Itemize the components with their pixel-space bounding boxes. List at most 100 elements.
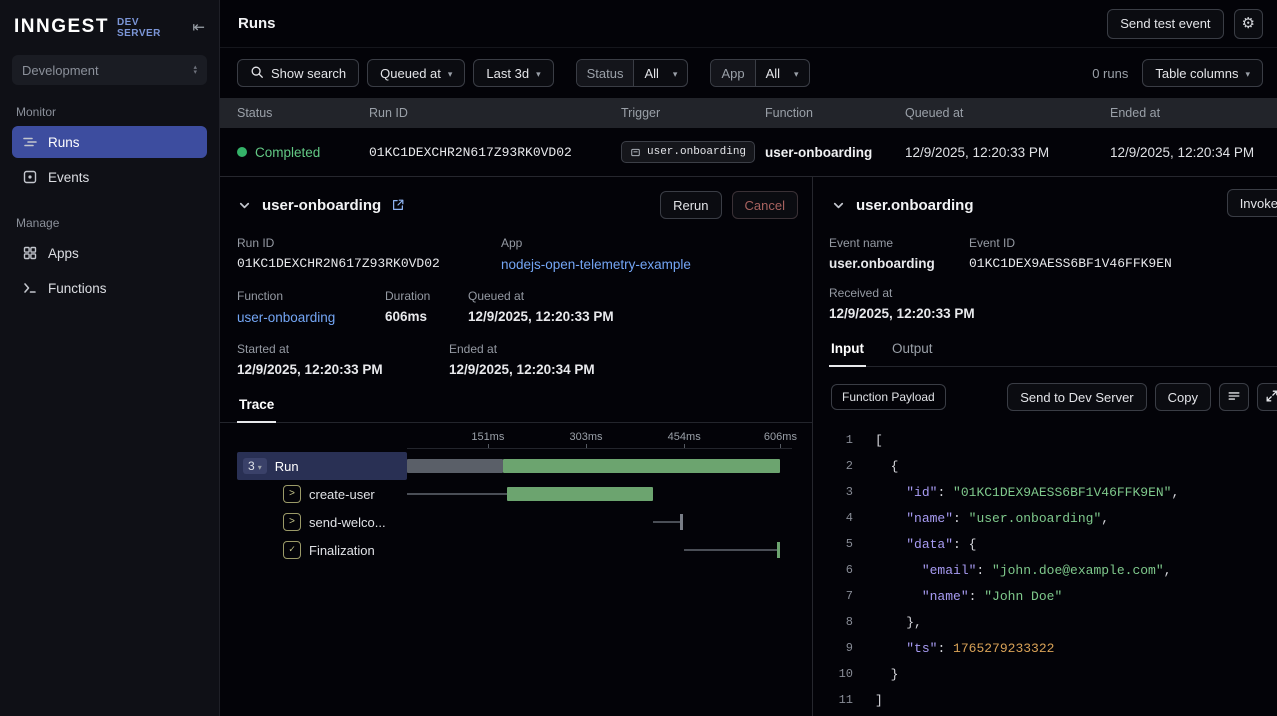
details-split: user-onboarding Rerun Cancel Run ID 01KC… <box>220 176 1277 716</box>
sidebar-item-events[interactable]: Events <box>12 161 207 193</box>
col-header-trigger: Trigger <box>621 106 765 120</box>
ended-at-label: Ended at <box>449 342 595 356</box>
trace-row[interactable]: 3▾ Run <box>237 452 792 480</box>
code-line: 9 "ts": 1765279233322 <box>829 635 1277 661</box>
show-search-label: Show search <box>271 66 346 81</box>
sidebar-section-manage: Manage <box>16 216 203 230</box>
event-title: user.onboarding <box>856 197 974 214</box>
table-columns-dropdown[interactable]: Table columns ▾ <box>1142 59 1263 87</box>
collapse-run-panel-icon[interactable] <box>237 198 252 213</box>
span-count-toggle[interactable]: 3▾ <box>243 458 267 474</box>
code-line: 4 "name": "user.onboarding", <box>829 505 1277 531</box>
trace-row[interactable]: ✓Finalization <box>237 536 792 564</box>
line-number: 5 <box>829 537 853 551</box>
time-range-dropdown[interactable]: Last 3d ▾ <box>473 59 553 87</box>
settings-button[interactable]: ⚙ <box>1234 9 1263 39</box>
copy-button[interactable]: Copy <box>1155 383 1211 411</box>
duration-value: 606ms <box>385 309 468 324</box>
trace-bar <box>684 549 776 551</box>
environment-select[interactable]: Development ▴▾ <box>12 55 207 85</box>
queued-at-cell: 12/9/2025, 12:20:33 PM <box>905 145 1110 160</box>
code-line: 5 "data": { <box>829 531 1277 557</box>
code-line-content: } <box>875 667 898 682</box>
trace-row[interactable]: >create-user <box>237 480 792 508</box>
line-number: 4 <box>829 511 853 525</box>
axis-tick-mark <box>780 444 781 448</box>
function-payload-badge[interactable]: Function Payload <box>831 384 946 410</box>
table-columns-label: Table columns <box>1155 66 1238 81</box>
sidebar-header: INNGEST DEV SERVER ⇤ <box>12 14 207 55</box>
wrap-lines-button[interactable] <box>1219 383 1249 411</box>
trace-row-name: >create-user <box>237 480 407 508</box>
sidebar-item-label: Events <box>48 170 89 185</box>
table-row[interactable]: Completed 01KC1DEXCHR2N617Z93RK0VD02 use… <box>220 128 1277 176</box>
app-filter[interactable]: App All▾ <box>710 59 809 87</box>
chevron-down-icon: ▾ <box>448 69 453 80</box>
line-number: 10 <box>829 667 853 681</box>
code-line: 7 "name": "John Doe" <box>829 583 1277 609</box>
axis-tick-label: 606ms <box>764 431 797 443</box>
status-completed-dot <box>237 147 247 157</box>
time-range-label: Last 3d <box>486 66 529 81</box>
external-link-icon[interactable] <box>391 198 405 212</box>
collapse-sidebar-icon[interactable]: ⇤ <box>192 18 205 36</box>
line-number: 8 <box>829 615 853 629</box>
received-at-value: 12/9/2025, 12:20:33 PM <box>829 306 975 321</box>
col-header-status: Status <box>237 106 369 120</box>
trace-rows: 3▾ Run >create-user > send-welco... ✓Finaliza… <box>237 452 792 564</box>
status-filter[interactable]: Status All▾ <box>576 59 689 87</box>
code-toolbar: Function Payload Send to Dev Server Copy <box>829 383 1277 411</box>
invoke-button[interactable]: Invoke <box>1227 189 1277 217</box>
col-header-function: Function <box>765 106 905 120</box>
queued-at-label: Queued at <box>468 289 614 303</box>
trace-bar <box>407 459 503 473</box>
rerun-button[interactable]: Rerun <box>660 191 721 219</box>
runs-count: 0 runs <box>1092 66 1128 81</box>
code-block[interactable]: 1[2 {3 "id": "01KC1DEX9AESS6BF1V46FFK9EN… <box>829 427 1277 713</box>
tab-trace[interactable]: Trace <box>237 393 276 423</box>
sidebar-item-apps[interactable]: Apps <box>12 237 207 269</box>
duration-label: Duration <box>385 289 468 303</box>
chevron-down-icon: ▾ <box>258 463 262 472</box>
app-link[interactable]: nodejs-open-telemetry-example <box>501 257 691 272</box>
functions-icon <box>22 280 38 296</box>
chevron-down-icon: ▾ <box>1245 69 1250 80</box>
code-line-content: "email": "john.doe@example.com", <box>875 563 1171 578</box>
line-number: 3 <box>829 485 853 499</box>
code-line: 2 { <box>829 453 1277 479</box>
tab-output[interactable]: Output <box>890 337 935 366</box>
function-link[interactable]: user-onboarding <box>237 310 335 325</box>
trace-step-name: Run <box>275 459 299 474</box>
queued-at-dropdown[interactable]: Queued at ▾ <box>367 59 465 87</box>
cancel-button[interactable]: Cancel <box>732 191 798 219</box>
trace-step-name: Finalization <box>309 543 375 558</box>
trace-bar <box>503 459 780 473</box>
run-id-value: 01KC1DEXCHR2N617Z93RK0VD02 <box>237 256 501 271</box>
col-header-ended-at: Ended at <box>1110 106 1277 120</box>
function-label: Function <box>237 289 385 303</box>
run-id-label: Run ID <box>237 236 501 250</box>
code-line: 3 "id": "01KC1DEX9AESS6BF1V46FFK9EN", <box>829 479 1277 505</box>
terminal-icon: > <box>283 513 301 531</box>
show-search-button[interactable]: Show search <box>237 59 359 87</box>
send-to-dev-server-button[interactable]: Send to Dev Server <box>1007 383 1146 411</box>
inngest-logo: INNGEST <box>14 16 109 38</box>
expand-button[interactable] <box>1257 383 1277 411</box>
code-line-content: { <box>875 459 898 474</box>
col-header-run-id: Run ID <box>369 106 621 120</box>
trace-step-name: create-user <box>309 487 375 502</box>
sidebar-item-runs[interactable]: Runs <box>12 126 207 158</box>
trace-row[interactable]: > send-welco... <box>237 508 792 536</box>
trace-step-name: send-welco... <box>309 515 386 530</box>
run-title: user-onboarding <box>262 197 381 214</box>
collapse-event-panel-icon[interactable] <box>831 198 846 213</box>
sidebar-item-functions[interactable]: Functions <box>12 272 207 304</box>
trigger-badge[interactable]: user.onboarding <box>621 141 755 163</box>
trace-track <box>407 508 792 536</box>
started-at-label: Started at <box>237 342 449 356</box>
tab-input[interactable]: Input <box>829 337 866 367</box>
line-number: 2 <box>829 459 853 473</box>
trace-track <box>407 452 792 480</box>
code-line-content: "data": { <box>875 537 976 552</box>
send-test-event-button[interactable]: Send test event <box>1107 9 1223 39</box>
